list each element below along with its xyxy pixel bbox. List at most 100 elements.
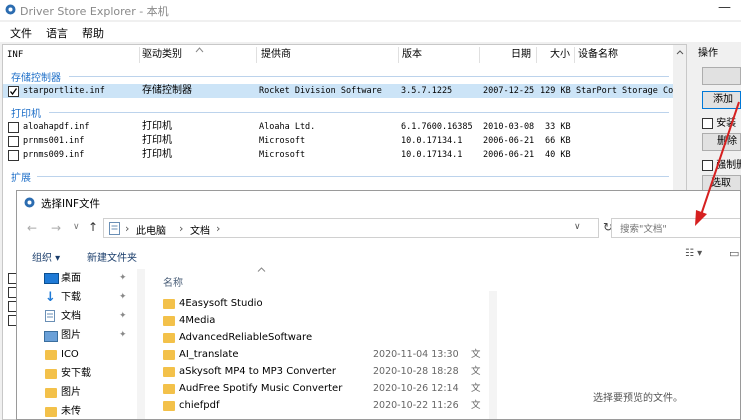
column-header-inf[interactable]: INF [7,45,23,65]
back-arrow-icon[interactable]: ← [27,221,37,235]
nav-item-pictures-folder[interactable]: 图片 [17,383,135,402]
cell-inf: prnms009.inf [23,150,85,160]
folder-icon [163,384,175,394]
new-folder-button[interactable]: 新建文件夹 [87,249,137,264]
nav-item-anxiazai[interactable]: 安下载 [17,364,135,383]
minimize-button[interactable]: — [718,0,731,15]
cell-size: 33 KB [545,122,571,132]
cell-device: StarPort Storage Con [576,86,679,96]
download-arrow-icon: ↓ [45,290,56,305]
group-header-printer: 打印机 [11,109,41,120]
document-icon [109,222,120,235]
table-row[interactable]: prnms001.inf 打印机 Microsoft 10.0.17134.1 … [3,134,673,148]
pin-icon[interactable]: ✦ [119,269,127,288]
checkmark-icon [9,88,18,96]
column-header-provider[interactable]: 提供商 [261,45,291,65]
cell-version: 3.5.7.1225 [401,86,453,96]
column-header-class[interactable]: 驱动类别 [142,45,182,65]
breadcrumb-documents[interactable]: 文档 [190,222,210,237]
title-bar: Driver Store Explorer - 本机 — [0,0,741,20]
column-header-date[interactable]: 日期 [511,45,531,65]
table-row[interactable]: starportlite.inf 存储控制器 Rocket Division S… [3,84,678,98]
menu-bar: 文件 语言 帮助 [0,22,741,42]
sort-ascending-icon [195,47,204,53]
desktop-icon [44,273,59,284]
column-header-version[interactable]: 版本 [402,45,422,65]
name-column-header[interactable]: 名称 [163,274,183,289]
folder-icon [163,316,175,326]
row-checkbox[interactable] [8,86,19,97]
column-header-size[interactable]: 大小 [550,45,570,65]
cell-class: 打印机 [142,121,172,132]
recent-chevron-icon[interactable]: ∨ [73,222,80,232]
pin-icon[interactable]: ✦ [119,326,127,345]
row-checkbox[interactable] [8,136,19,147]
table-row[interactable]: aloahapdf.inf 打印机 Aloaha Ltd. 6.1.7600.1… [3,120,673,134]
cell-version: 10.0.17134.1 [401,150,463,160]
folder-icon [163,367,175,377]
pin-icon[interactable]: ✦ [119,307,127,326]
up-arrow-icon[interactable]: ↑ [88,220,98,234]
nav-item-weichuan[interactable]: 未传 [17,402,135,419]
cell-inf: aloahapdf.inf [23,122,90,132]
preview-pane-icon[interactable]: ▭ [729,247,739,260]
menu-help[interactable]: 帮助 [82,25,104,41]
list-item[interactable]: 4Media [161,312,491,329]
group-header-storage: 存储控制器 [11,73,61,84]
nav-item-ico[interactable]: ICO [17,345,135,364]
breadcrumb-this-pc[interactable]: 此电脑 [136,222,166,237]
column-header-device[interactable]: 设备名称 [578,45,618,65]
cell-provider: Aloaha Ltd. [259,122,316,132]
list-item[interactable]: AI_translate 2020-11-04 13:30 文 [161,346,491,363]
view-options-icon[interactable]: ☷ ▾ [685,248,702,259]
folder-icon [163,299,175,309]
menu-language[interactable]: 语言 [46,25,68,41]
list-item[interactable]: 4Easysoft Studio [161,295,491,312]
menu-file[interactable]: 文件 [10,25,32,41]
nav-item-documents[interactable]: 文档 ✦ [17,307,135,326]
cell-size: 40 KB [545,150,571,160]
nav-item-desktop[interactable]: 桌面 ✦ [17,269,135,288]
row-checkbox[interactable] [8,122,19,133]
cell-inf: starportlite.inf [23,86,105,96]
document-icon [45,310,55,322]
cell-class: 存储控制器 [142,85,192,96]
file-list-scrollbar[interactable] [489,291,497,419]
address-dropdown-icon[interactable]: ∨ [574,222,581,232]
sort-ascending-icon [257,267,266,272]
cell-provider: Microsoft [259,150,306,160]
nav-item-downloads[interactable]: ↓ 下载 ✦ [17,288,135,307]
blank-button[interactable] [702,67,741,85]
table-row[interactable]: prnms009.inf 打印机 Microsoft 10.0.17134.1 … [3,148,673,162]
cell-date: 2007-12-25 [483,86,535,96]
cell-size: 129 KB [540,86,571,96]
nav-item-pictures[interactable]: 图片 ✦ [17,326,135,345]
organize-button[interactable]: 组织 ▾ [32,249,60,264]
folder-icon [163,401,175,411]
address-bar[interactable]: › 此电脑 › 文档 › ∨ [103,218,599,238]
navigation-pane: 桌面 ✦ ↓ 下载 ✦ 文档 ✦ 图片 ✦ ICO 安下载 图片 未传 [17,269,137,419]
row-checkbox[interactable] [8,150,19,161]
list-item[interactable]: chiefpdf 2020-10-22 11:26 文 [161,397,491,414]
pictures-icon [44,331,58,342]
pin-icon[interactable]: ✦ [119,288,127,307]
gear-app-icon [5,4,16,15]
cell-date: 2006-06-21 [483,150,535,160]
list-item[interactable]: aSkysoft MP4 to MP3 Converter 2020-10-28… [161,363,491,380]
preview-placeholder: 选择要预览的文件。 [593,393,683,404]
cell-date: 2010-03-08 [483,122,535,132]
cell-inf: prnms001.inf [23,136,85,146]
dialog-title: 选择INF文件 [41,198,100,210]
cell-provider: Rocket Division Software [259,86,382,96]
cell-class: 打印机 [142,135,172,146]
cell-version: 10.0.17134.1 [401,136,463,146]
list-item[interactable]: AdvancedReliableSoftware [161,329,491,346]
cell-size: 66 KB [545,136,571,146]
nav-pane-scrollbar[interactable] [137,269,145,419]
folder-icon [45,407,57,417]
select-inf-dialog: 选择INF文件 ← → ∨ ↑ › 此电脑 › 文档 › ∨ ↻ 组织 ▾ 新建… [16,190,741,420]
scroll-up-icon[interactable] [676,50,684,55]
list-item[interactable]: AudFree Spotify Music Converter 2020-10-… [161,380,491,397]
gear-app-icon [24,197,35,208]
forward-arrow-icon[interactable]: → [51,221,61,235]
